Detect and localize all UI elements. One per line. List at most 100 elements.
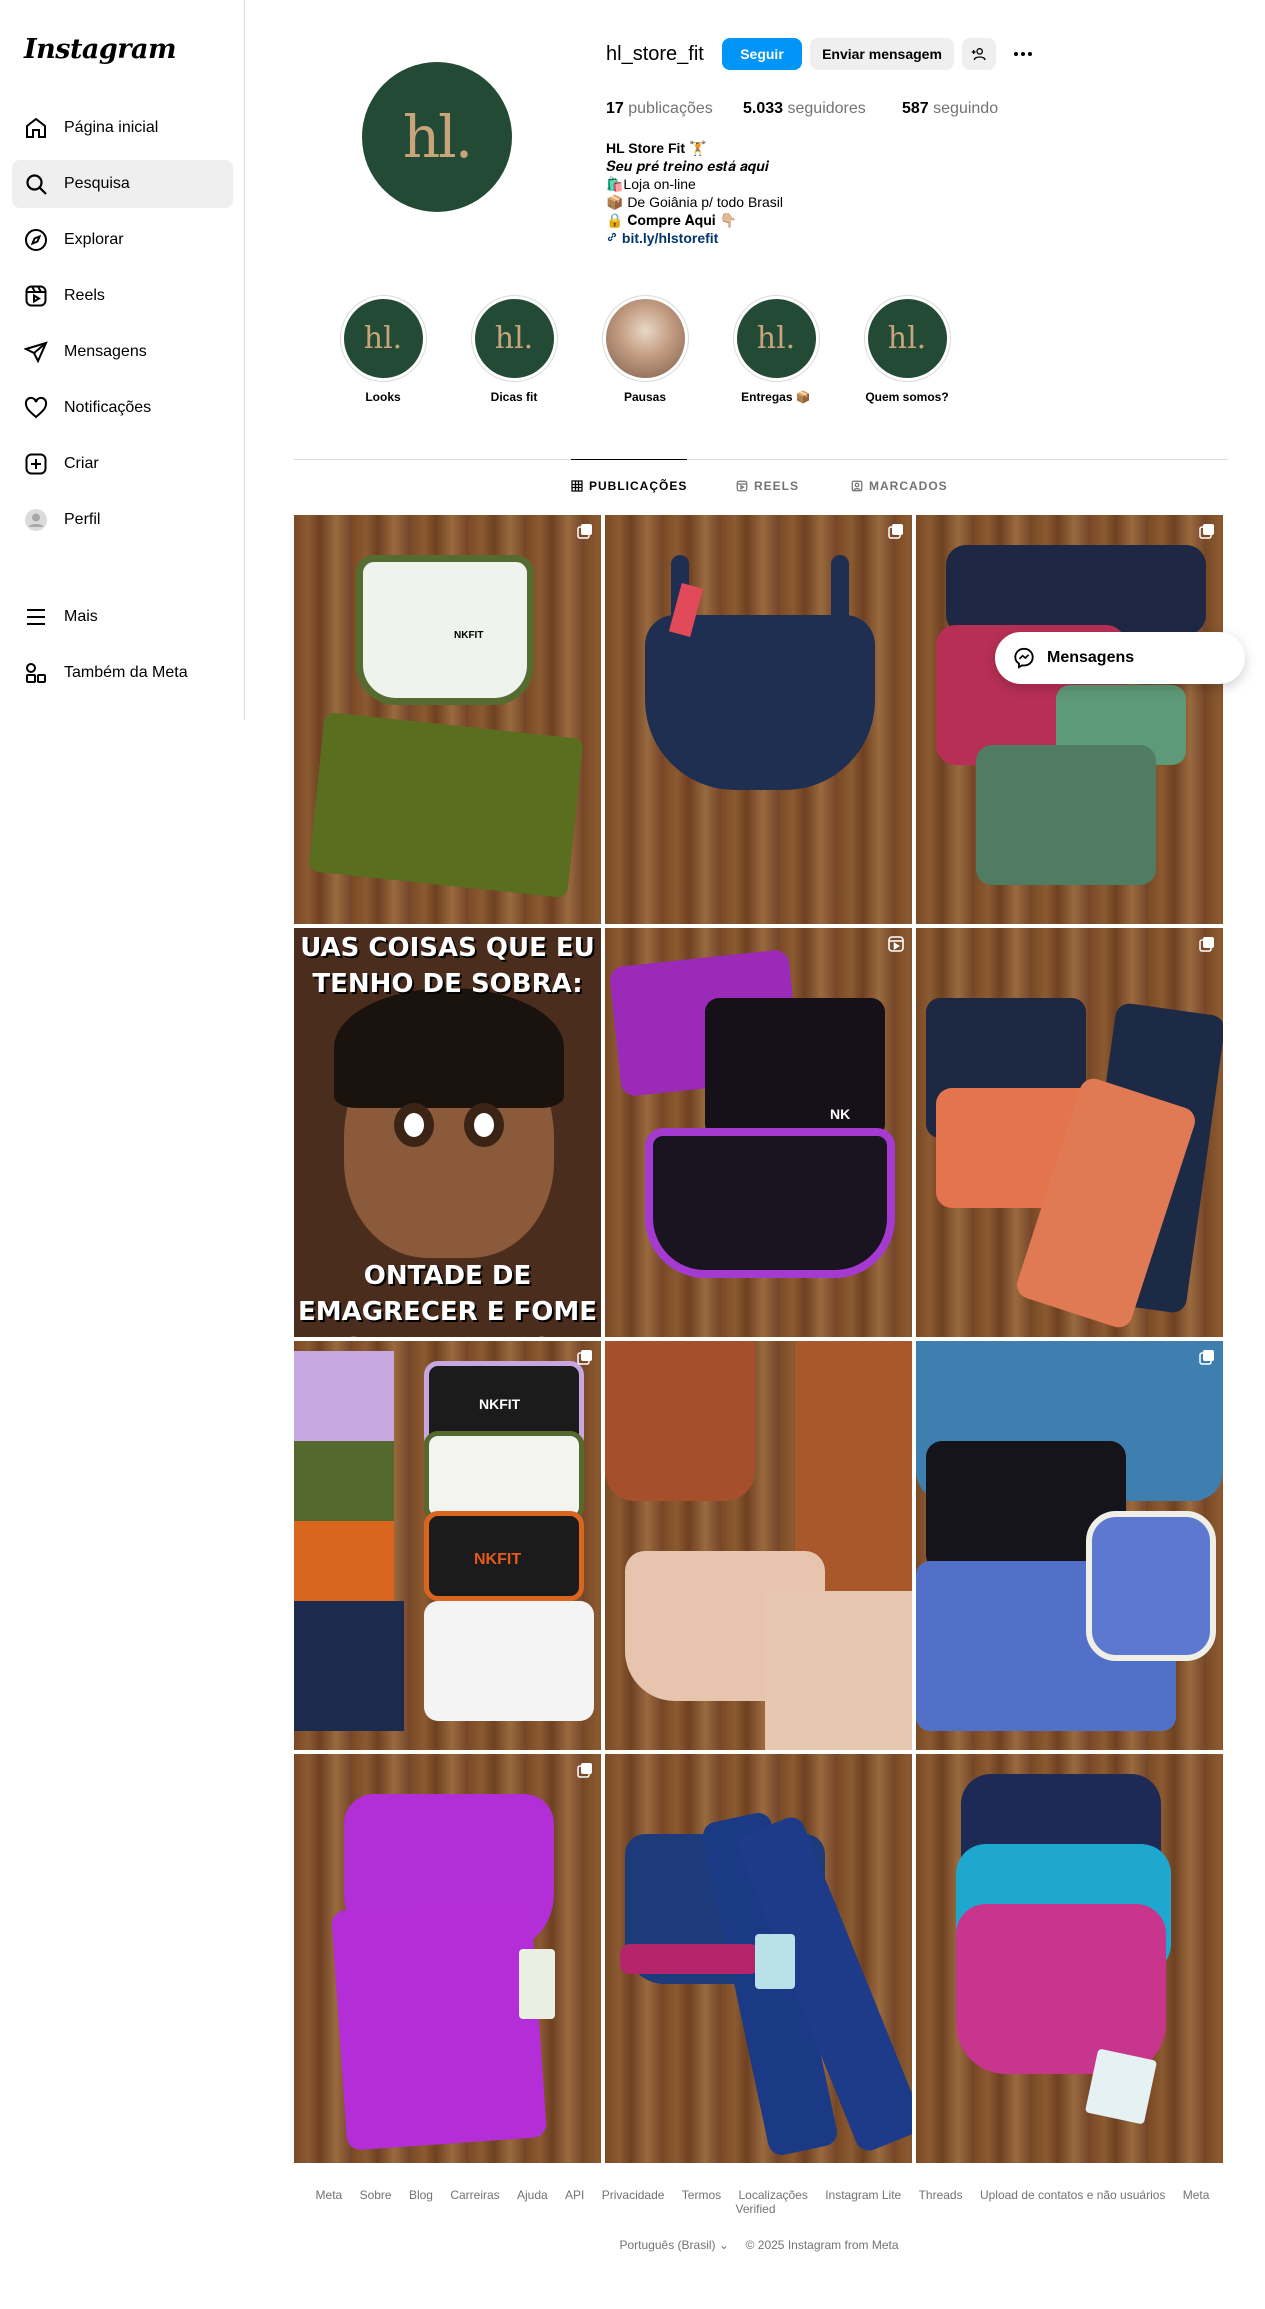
link-icon [607, 232, 617, 242]
carousel-icon [577, 524, 592, 539]
footer-link[interactable]: Sobre [360, 2188, 392, 2202]
reels-icon [25, 285, 47, 307]
footer-link[interactable]: Localizações [738, 2188, 807, 2202]
grid-icon [571, 479, 583, 492]
reel-icon [888, 936, 904, 952]
sidebar-item-create[interactable]: Criar [12, 440, 233, 488]
footer-link[interactable]: Privacidade [602, 2188, 665, 2202]
tagged-icon [851, 480, 863, 492]
story-highlight[interactable]: Pausas [600, 295, 690, 404]
following-label: seguindo [933, 100, 999, 117]
footer-link[interactable]: Ajuda [517, 2188, 548, 2202]
sidebar-item-label: Também da Meta [64, 664, 188, 681]
footer-link[interactable]: Upload de contatos e não usuários [980, 2188, 1165, 2202]
sidebar-item-profile[interactable]: Perfil [12, 496, 233, 544]
tab-label: PUBLICAÇÕES [589, 478, 688, 493]
sidebar-item-notifications[interactable]: Notificações [12, 384, 233, 432]
copyright-text: © 2025 Instagram from Meta [745, 2238, 899, 2252]
tab-tagged[interactable]: MARCADOS [851, 460, 948, 512]
story-highlight[interactable]: hl. Quem somos? [862, 295, 952, 404]
language-selector[interactable]: Português (Brasil) ⌄ [619, 2238, 728, 2252]
sidebar-item-label: Mensagens [64, 343, 147, 360]
post-thumbnail[interactable] [916, 928, 1223, 1337]
sidebar-item-search[interactable]: Pesquisa [12, 160, 233, 208]
highlight-thumb: hl. [736, 299, 816, 378]
posts-label: publicações [628, 100, 713, 117]
highlight-thumb-photo [605, 299, 685, 378]
followers-stat[interactable]: 5.033 seguidores [743, 100, 866, 118]
footer-link[interactable]: Blog [409, 2188, 433, 2202]
sidebar-item-label: Página inicial [64, 119, 159, 136]
story-highlight[interactable]: hl. Looks [338, 295, 428, 404]
send-message-button[interactable]: Enviar mensagem [810, 38, 954, 70]
bio-link[interactable]: bit.ly/hlstorefit [622, 230, 718, 246]
post-thumbnail[interactable]: NK [605, 928, 912, 1337]
meta-apps-icon [26, 663, 46, 683]
footer-link[interactable]: Threads [919, 2188, 963, 2202]
highlight-thumb: hl. [867, 299, 947, 378]
footer-link[interactable]: Instagram Lite [825, 2188, 901, 2202]
footer-link[interactable]: API [565, 2188, 584, 2202]
post-thumbnail[interactable] [605, 1754, 912, 2163]
post-thumbnail[interactable] [916, 1341, 1223, 1750]
post-thumbnail-meme[interactable]: UAS COISAS QUE EU TENHO DE SOBRA: ONTADE… [294, 928, 601, 1337]
profile-header: hl. hl_store_fit Seguir Enviar mensagem … [294, 0, 1228, 460]
post-thumbnail[interactable]: NKFIT [294, 515, 601, 924]
footer-links: Meta Sobre Blog Carreiras Ajuda API Priv… [294, 2188, 1224, 2216]
profile-tabs: PUBLICAÇÕES REELS MARCADOS [294, 459, 1228, 512]
sidebar-item-reels[interactable]: Reels [12, 272, 233, 320]
bio-name: HL Store Fit 🏋️ [606, 140, 707, 156]
posts-count-stat: 17 publicações [606, 100, 713, 118]
highlight-thumb: hl. [474, 299, 554, 378]
sidebar-item-label: Perfil [64, 511, 101, 528]
instagram-logo[interactable]: Instagram [24, 34, 177, 65]
footer: Meta Sobre Blog Carreiras Ajuda API Priv… [294, 2188, 1224, 2252]
highlight-thumb: hl. [343, 299, 423, 378]
post-thumbnail[interactable] [916, 1754, 1223, 2163]
sidebar-item-label: Pesquisa [64, 175, 130, 192]
brand-print: NKFIT [474, 1551, 522, 1568]
highlight-label: Entregas 📦 [741, 390, 811, 404]
footer-link[interactable]: Meta [316, 2188, 343, 2202]
highlight-label: Dicas fit [490, 390, 538, 404]
followers-count: 5.033 [743, 100, 784, 117]
highlight-label: Quem somos? [865, 390, 949, 404]
post-thumbnail[interactable] [605, 1341, 912, 1750]
story-highlight[interactable]: hl. Dicas fit [469, 295, 559, 404]
following-count: 587 [902, 100, 929, 117]
search-icon [26, 174, 47, 195]
carousel-icon [577, 1350, 592, 1365]
footer-bottom: Português (Brasil) ⌄ © 2025 Instagram fr… [294, 2238, 1224, 2252]
following-stat[interactable]: 587 seguindo [902, 100, 998, 118]
more-options-button[interactable] [1006, 38, 1040, 70]
tab-reels[interactable]: REELS [736, 460, 799, 512]
reels-icon [736, 480, 748, 492]
profile-avatar[interactable]: hl. [362, 62, 512, 212]
post-thumbnail[interactable] [294, 1754, 601, 2163]
carousel-icon [577, 1763, 592, 1778]
heart-icon [24, 396, 48, 419]
bio-link-row[interactable]: bit.ly/hlstorefit [606, 229, 783, 247]
bio-line: 🔒 𝐂𝐨𝐦𝐩𝐫𝐞 𝐀𝐪𝐮𝐢 👇🏼 [606, 212, 738, 228]
sidebar-item-explore[interactable]: Explorar [12, 216, 233, 264]
story-highlight[interactable]: hl. Entregas 📦 [731, 295, 821, 404]
home-icon [26, 117, 46, 138]
tab-posts[interactable]: PUBLICAÇÕES [571, 459, 688, 511]
sidebar-item-label: Notificações [64, 399, 152, 416]
posts-count: 17 [606, 100, 624, 117]
follow-button[interactable]: Seguir [722, 38, 802, 70]
post-thumbnail[interactable]: NKFIT NKFIT [294, 1341, 601, 1750]
post-thumbnail[interactable] [916, 515, 1223, 924]
sidebar-item-more[interactable]: Mais [12, 593, 233, 641]
sidebar-item-home[interactable]: Página inicial [12, 104, 233, 152]
highlight-label: Looks [365, 390, 401, 404]
sidebar-item-meta[interactable]: Também da Meta [12, 649, 233, 697]
messages-floating-button[interactable]: Mensagens [995, 632, 1245, 684]
footer-link[interactable]: Carreiras [450, 2188, 499, 2202]
post-thumbnail[interactable] [605, 515, 912, 924]
sidebar-item-messages[interactable]: Mensagens [12, 328, 233, 376]
suggest-accounts-button[interactable] [962, 38, 996, 70]
brand-print: NKFIT [479, 1396, 521, 1412]
footer-link[interactable]: Termos [682, 2188, 721, 2202]
profile-avatar-icon [25, 509, 47, 531]
